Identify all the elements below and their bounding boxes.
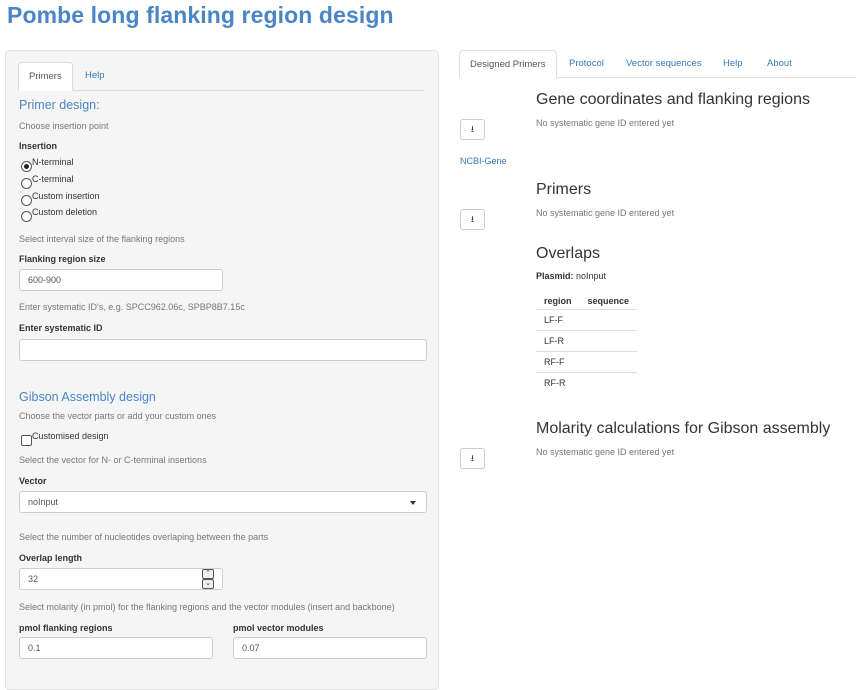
pmol-flanking-input[interactable]: 0.1: [19, 637, 213, 659]
customised-design-checkbox[interactable]: [21, 435, 32, 446]
flanking-label: Flanking region size: [19, 254, 106, 264]
radio-label-custom-deletion: Custom deletion: [32, 207, 98, 217]
region-cell: RF-R: [536, 372, 580, 393]
overlap-length-value: 32: [28, 574, 39, 584]
tab-designed-primers[interactable]: Designed Primers: [459, 50, 557, 78]
table-row: LF-F: [536, 309, 638, 331]
table-row: LF-R: [536, 330, 638, 352]
radio-custom-insertion[interactable]: [21, 195, 32, 206]
tab-help-main[interactable]: Help: [713, 50, 753, 77]
insertion-label: Insertion: [19, 141, 58, 151]
sysid-help: Enter systematic ID's, e.g. SPCC962.06c,…: [19, 302, 245, 312]
table-row: RF-R: [536, 372, 638, 393]
download-icon: ⭳: [470, 124, 475, 134]
col-region: region: [536, 293, 580, 310]
sequence-cell: [579, 330, 638, 352]
vector-parts-help: Choose the vector parts or add your cust…: [19, 411, 217, 421]
primers-message: No systematic gene ID entered yet: [536, 208, 675, 218]
tab-primers[interactable]: Primers: [18, 62, 73, 91]
plasmid-line: Plasmid: noInput: [536, 271, 606, 281]
vector-select-value: noInput: [28, 497, 59, 507]
vector-select[interactable]: noInput: [19, 491, 427, 513]
tab-vector-sequences[interactable]: Vector sequences: [616, 50, 712, 77]
sidebar-tabs: Primers Help: [18, 62, 425, 91]
plasmid-label: Plasmid:: [536, 271, 574, 281]
gene-message: No systematic gene ID entered yet: [536, 118, 675, 128]
overlap-label: Overlap length: [19, 553, 83, 563]
pmol-vector-label: pmol vector modules: [233, 623, 324, 633]
flanking-size-input[interactable]: 600-900: [19, 269, 223, 291]
sysid-label: Enter systematic ID: [19, 323, 103, 333]
molarity-help: Select molarity (in pmol) for the flanki…: [19, 602, 395, 612]
main-tabs: Designed Primers Protocol Vector sequenc…: [459, 50, 856, 78]
insertion-help: Choose insertion point: [19, 121, 109, 131]
gene-coordinates-title: Gene coordinates and flanking regions: [536, 91, 810, 108]
pmol-flank-label: pmol flanking regions: [19, 623, 113, 633]
tab-protocol[interactable]: Protocol: [559, 50, 614, 77]
molarity-message: No systematic gene ID entered yet: [536, 447, 675, 457]
download-icon: ⭳: [470, 453, 475, 463]
ncbi-gene-link[interactable]: NCBI-Gene: [460, 156, 507, 166]
gibson-heading: Gibson Assembly design: [19, 390, 156, 404]
col-sequence: sequence: [579, 293, 638, 310]
decrement-icon[interactable]: ⌄: [202, 579, 214, 589]
download-molarity-button[interactable]: ⭳: [460, 448, 485, 469]
region-cell: RF-F: [536, 351, 580, 373]
increment-icon[interactable]: ⌃: [202, 569, 214, 579]
download-gene-button[interactable]: ⭳: [460, 119, 485, 140]
radio-label-n-terminal: N-terminal: [32, 157, 74, 167]
table-row: RF-F: [536, 351, 638, 373]
app-title: Pombe long flanking region design: [7, 2, 394, 28]
tab-help[interactable]: Help: [75, 62, 115, 90]
radio-label-custom-insertion: Custom insertion: [32, 191, 100, 201]
table-header-row: region sequence: [536, 293, 638, 310]
overlap-length-input[interactable]: 32 ⌃ ⌄: [19, 568, 223, 590]
vector-label: Vector: [19, 476, 47, 486]
vector-help: Select the vector for N- or C-terminal i…: [19, 455, 207, 465]
radio-n-terminal[interactable]: [21, 161, 32, 172]
overlap-help: Select the number of nucleotides overlap…: [19, 532, 269, 542]
overlaps-table: region sequence LF-F LF-R RF-F RF-R: [536, 293, 638, 393]
region-cell: LF-R: [536, 330, 580, 352]
pmol-vector-input[interactable]: 0.07: [233, 637, 427, 659]
sidebar-panel: [5, 50, 439, 690]
systematic-id-input[interactable]: [19, 339, 427, 361]
sequence-cell: [579, 309, 638, 331]
overlaps-title: Overlaps: [536, 245, 601, 262]
plasmid-value: noInput: [576, 271, 607, 281]
customised-design-label: Customised design: [32, 431, 109, 441]
tab-about[interactable]: About: [757, 50, 802, 77]
primer-design-heading: Primer design:: [19, 98, 100, 112]
region-cell: LF-F: [536, 309, 580, 331]
chevron-down-icon: [410, 501, 416, 505]
primers-title: Primers: [536, 181, 592, 198]
molarity-title: Molarity calculations for Gibson assembl…: [536, 420, 831, 437]
radio-label-c-terminal: C-terminal: [32, 174, 74, 184]
radio-custom-deletion[interactable]: [21, 211, 32, 222]
sequence-cell: [579, 351, 638, 373]
sequence-cell: [579, 372, 638, 393]
download-primers-button[interactable]: ⭳: [460, 209, 485, 230]
download-icon: ⭳: [470, 214, 475, 224]
radio-c-terminal[interactable]: [21, 178, 32, 189]
interval-help: Select interval size of the flanking reg…: [19, 234, 185, 244]
